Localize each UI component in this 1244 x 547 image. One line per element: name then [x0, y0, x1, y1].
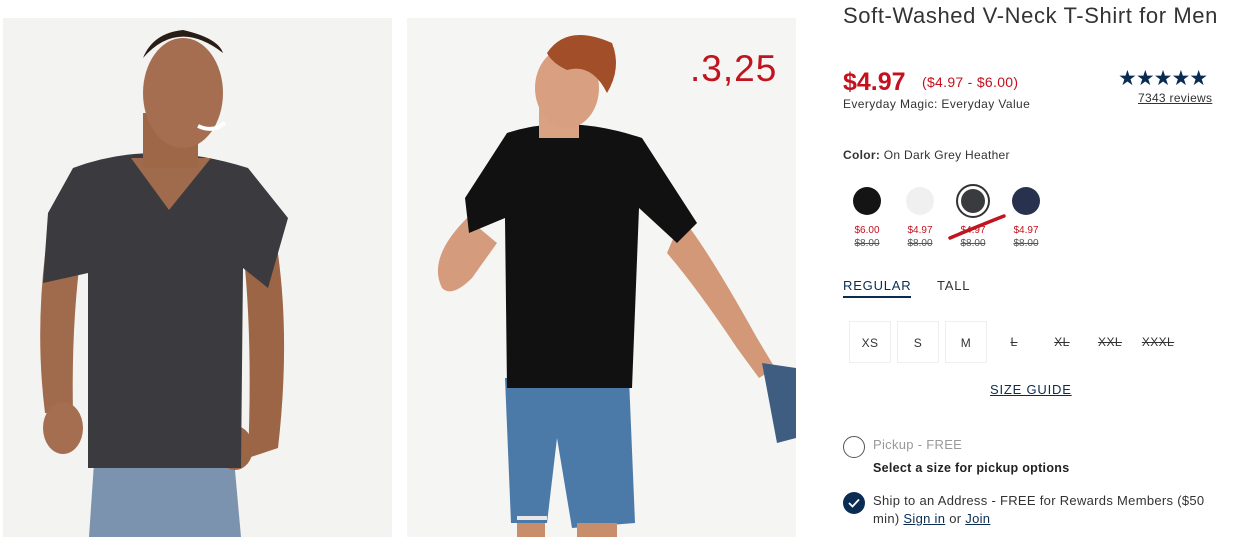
man-front-illustration — [3, 18, 392, 537]
size-button-m[interactable]: M — [945, 321, 987, 363]
swatch-price-now: $4.97 — [907, 225, 933, 236]
price-tagline: Everyday Magic: Everyday Value — [843, 97, 1031, 111]
color-label: Color: On Dark Grey Heather — [843, 148, 1010, 162]
color-swatch-dot — [1012, 187, 1040, 215]
color-label-prefix: Color: — [843, 148, 881, 162]
color-swatch-dot — [961, 189, 985, 213]
swatch-price-now: $4.97 — [1013, 225, 1039, 236]
ship-label: Ship to an Address - FREE for Rewards Me… — [873, 493, 1205, 508]
color-swatch-navy[interactable] — [1009, 184, 1043, 218]
ship-radio[interactable] — [843, 492, 865, 514]
size-button-xxxl[interactable]: XXXL — [1137, 321, 1179, 363]
sign-in-link[interactable]: Sign in — [903, 511, 945, 526]
reviews-link[interactable]: 7343 reviews — [1138, 91, 1212, 105]
ship-line2: min) Sign in or Join — [873, 511, 990, 526]
price-range: ($4.97 - $6.00) — [922, 74, 1019, 90]
product-title: Soft-Washed V-Neck T-Shirt for Men — [843, 3, 1218, 28]
size-button-xl[interactable]: XL — [1041, 321, 1083, 363]
color-swatch-dot — [853, 187, 881, 215]
swatch-price: $6.00 $8.00 — [849, 224, 885, 250]
pickup-sub: Select a size for pickup options — [873, 461, 1070, 475]
size-button-xs[interactable]: XS — [849, 321, 891, 363]
product-image-back[interactable]: .3,25 — [407, 18, 796, 537]
swatch-price-now: $6.00 — [854, 225, 880, 236]
join-link[interactable]: Join — [965, 511, 990, 526]
man-back-illustration — [407, 18, 796, 537]
size-button-xxl[interactable]: XXL — [1089, 321, 1131, 363]
tab-tall[interactable]: TALL — [937, 278, 970, 296]
product-price: $4.97 — [843, 68, 906, 96]
tab-regular[interactable]: REGULAR — [843, 278, 912, 298]
swatch-price-was: $8.00 — [907, 238, 933, 249]
swatch-price: $4.97 $8.00 — [1008, 224, 1044, 250]
product-info-panel: Soft-Washed V-Neck T-Shirt for Men $4.97… — [843, 0, 1238, 547]
swatch-price: $4.97 $8.00 — [902, 224, 938, 250]
size-button-s[interactable]: S — [897, 321, 939, 363]
annotation-strike-icon — [948, 214, 1006, 240]
swatch-price-was: $8.00 — [854, 238, 880, 249]
color-swatch-white[interactable] — [903, 184, 937, 218]
check-icon — [848, 498, 860, 508]
product-image-front[interactable] — [3, 18, 392, 537]
ship-min-text: min) — [873, 511, 900, 526]
size-button-l[interactable]: L — [993, 321, 1035, 363]
size-guide-link[interactable]: SIZE GUIDE — [990, 382, 1072, 397]
color-swatch-black[interactable] — [850, 184, 884, 218]
pickup-label: Pickup - FREE — [873, 437, 963, 452]
pickup-radio[interactable] — [843, 436, 865, 458]
annotation-number: .3,25 — [690, 48, 778, 89]
or-text: or — [949, 511, 962, 526]
swatch-price-was: $8.00 — [1013, 238, 1039, 249]
rating-stars-icon[interactable]: ★★★★★ — [1118, 66, 1208, 91]
color-swatch-dot — [906, 187, 934, 215]
selected-color-name: On Dark Grey Heather — [883, 148, 1010, 162]
